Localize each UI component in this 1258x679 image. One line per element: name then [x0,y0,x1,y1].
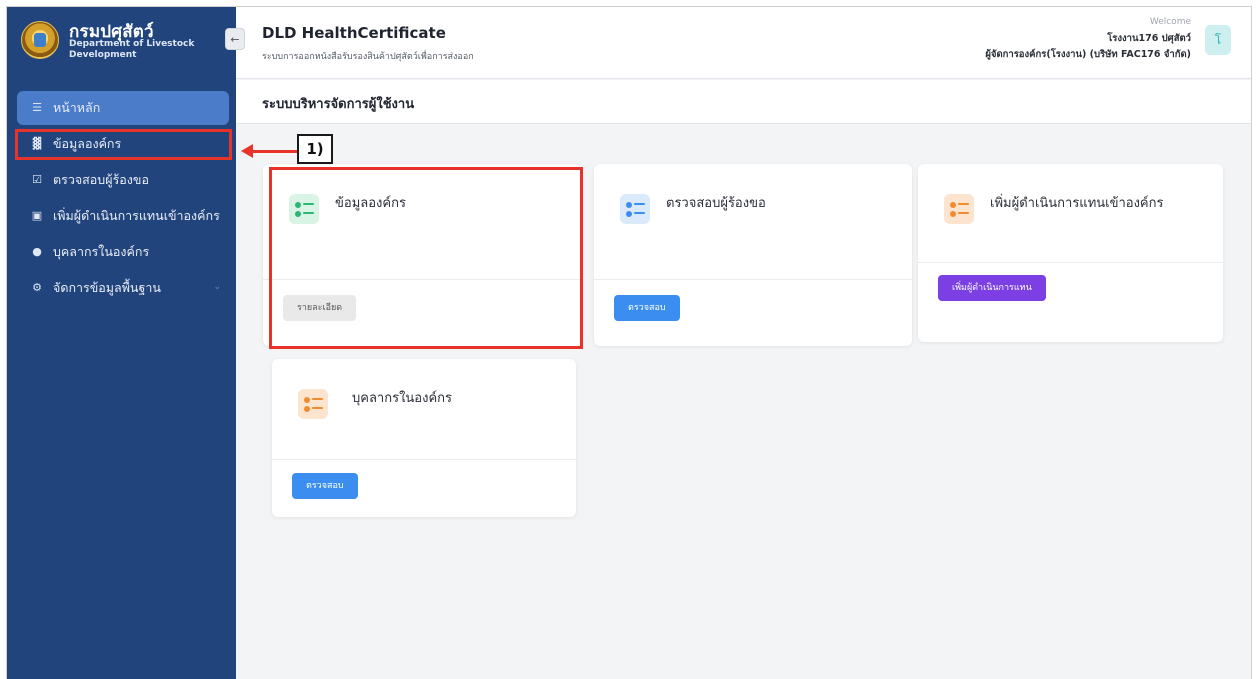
sidebar-item-home[interactable]: ☰ หน้าหลัก [17,91,229,125]
divider [594,279,912,280]
highlight-card-organization [269,167,583,349]
check-button[interactable]: ตรวจสอบ [292,473,358,499]
divider [918,262,1223,263]
check-square-icon: ☑ [32,173,42,186]
sidebar-nav: ☰ หน้าหลัก ▓ ข้อมูลองค์กร ☑ ตรวจสอบผู้ร้… [17,91,229,307]
card-add-representative: เพิ่มผู้ดำเนินการแทนเข้าองค์กร เพิ่มผู้ด… [918,164,1223,342]
sidebar-item-label: จัดการข้อมูลพื้นฐาน [53,280,161,295]
layers-icon: ☰ [32,101,42,114]
collapse-sidebar-button[interactable]: ← [225,28,245,50]
add-representative-button[interactable]: เพิ่มผู้ดำเนินการแทน [938,275,1046,301]
chevron-down-icon: ⌄ [213,282,221,292]
sidebar-item-label: หน้าหลัก [53,100,101,115]
check-button[interactable]: ตรวจสอบ [614,295,680,321]
user-card-icon: ▣ [31,209,43,222]
sidebar-item-add-representative[interactable]: ▣ เพิ่มผู้ดำเนินการแทนเข้าองค์กร [17,199,229,233]
app-window: กรมปศุสัตว์ Department of Livestock Deve… [6,6,1252,679]
sidebar-item-personnel[interactable]: ● บุคลากรในองค์กร [17,235,229,269]
user-name: โรงงาน176 ปศุสัตว์ [1107,33,1191,44]
sidebar-item-master-data[interactable]: ⚙ จัดการข้อมูลพื้นฐาน ⌄ [17,271,229,305]
callout-label: 1) [297,134,333,164]
page-header: ระบบบริหารจัดการผู้ใช้งาน [236,80,1251,124]
avatar[interactable]: โ [1205,25,1231,55]
welcome-text: Welcome [1149,17,1191,27]
card-check-requesters: ตรวจสอบผู้ร้องขอ ตรวจสอบ [594,164,912,346]
card-personnel: บุคลากรในองค์กร ตรวจสอบ [272,359,576,517]
users-icon: ● [32,245,42,258]
sidebar: กรมปศุสัตว์ Department of Livestock Deve… [7,7,236,679]
page-title: ระบบบริหารจัดการผู้ใช้งาน [262,97,415,112]
arrow-left-icon: ← [230,33,240,46]
card-title: ตรวจสอบผู้ร้องขอ [666,196,766,211]
card-title: เพิ่มผู้ดำเนินการแทนเข้าองค์กร [990,196,1164,211]
app-subtitle: ระบบการออกหนังสือรับรองสินค้าปศุสัตว์เพื… [262,52,474,62]
sidebar-item-label: ตรวจสอบผู้ร้องขอ [53,172,149,187]
user-role: ผู้จัดการองค์กร(โรงงาน) (บริษัท FAC176 จ… [985,49,1191,60]
sidebar-item-check-requesters[interactable]: ☑ ตรวจสอบผู้ร้องขอ [17,163,229,197]
highlight-sidebar-organization [15,129,232,160]
brand: กรมปศุสัตว์ Department of Livestock Deve… [7,7,236,77]
sidebar-item-label: เพิ่มผู้ดำเนินการแทนเข้าองค์กร [53,208,220,223]
dld-logo [21,21,59,59]
divider [272,459,576,460]
list-icon [620,194,650,224]
brand-name-en: Department of Livestock Development [69,39,195,60]
list-icon [298,389,328,419]
gear-icon: ⚙ [32,281,42,294]
sidebar-item-label: บุคลากรในองค์กร [53,244,150,259]
callout-arrow-line [251,150,297,153]
app-title: DLD HealthCertificate [262,24,446,42]
list-icon [944,194,974,224]
card-title: บุคลากรในองค์กร [352,391,453,406]
top-header: DLD HealthCertificate ระบบการออกหนังสือร… [236,7,1251,79]
